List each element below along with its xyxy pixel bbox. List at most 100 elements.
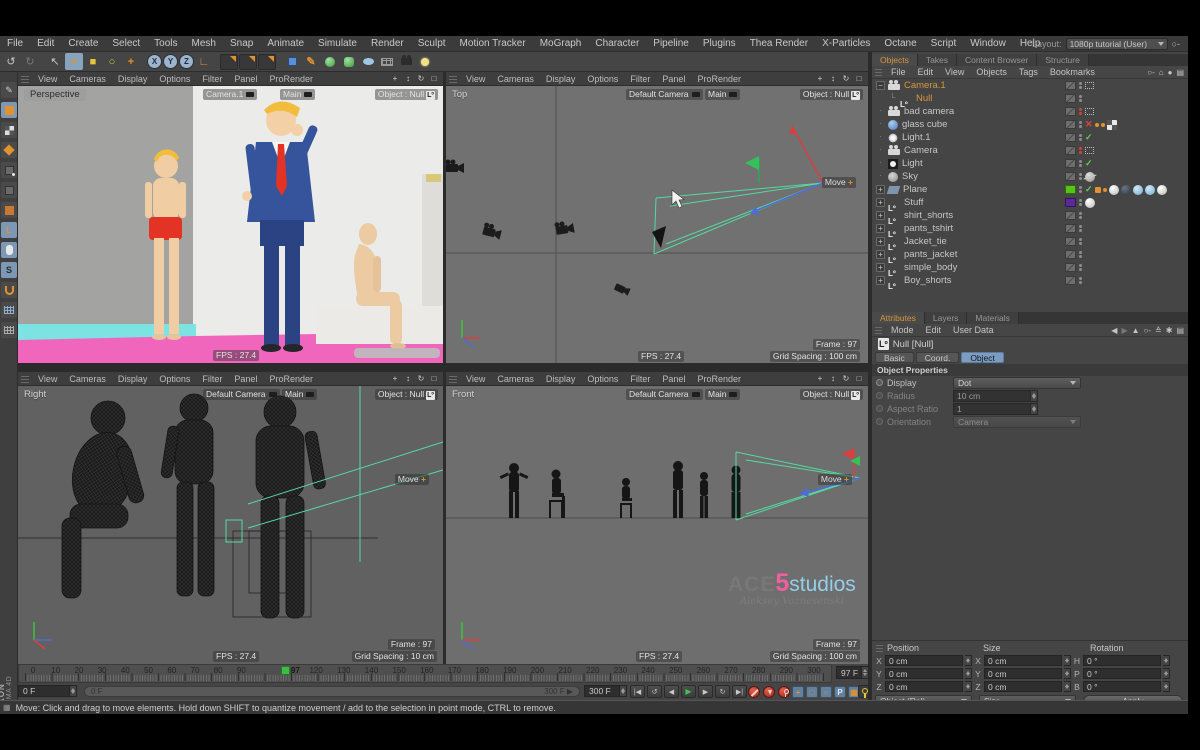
coordinate-system-button[interactable]: ∟ bbox=[195, 53, 213, 70]
stepper-icon[interactable] bbox=[965, 681, 972, 692]
lock-icon[interactable]: ≙ bbox=[1155, 326, 1162, 335]
viewport-main-chip[interactable]: Main bbox=[705, 89, 740, 100]
expand-icon[interactable]: + bbox=[876, 263, 885, 272]
drag-handle-icon[interactable] bbox=[21, 375, 29, 383]
enabled-check-icon[interactable]: ✓ bbox=[1085, 185, 1093, 194]
menu-item[interactable]: Motion Tracker bbox=[453, 38, 533, 49]
camera-button[interactable] bbox=[397, 53, 415, 70]
object-row-jacket-tie[interactable]: + Jacket_tie bbox=[872, 235, 1188, 248]
layout-dropdown[interactable]: 1080p tutorial (User) bbox=[1066, 38, 1168, 50]
key-position-toggle[interactable]: + bbox=[792, 686, 804, 698]
rotation-field[interactable]: 0 ° bbox=[1083, 668, 1161, 679]
layer-chip[interactable] bbox=[1065, 146, 1076, 155]
orientation-dropdown[interactable]: Camera bbox=[953, 416, 1081, 428]
viewport-menu-item[interactable]: Display bbox=[112, 374, 154, 384]
tab-attributes[interactable]: Attributes bbox=[872, 312, 925, 324]
visibility-dots[interactable] bbox=[1079, 264, 1082, 271]
stepper-icon[interactable] bbox=[1064, 681, 1071, 692]
drag-handle-icon[interactable] bbox=[875, 68, 882, 76]
subtab-coord[interactable]: Coord. bbox=[916, 352, 960, 363]
viewport-menu-item[interactable]: Cameras bbox=[491, 74, 540, 84]
tag-icon[interactable] bbox=[1101, 123, 1105, 127]
menu-item[interactable]: Mesh bbox=[185, 38, 223, 49]
enabled-check-icon[interactable]: ✓ bbox=[1085, 159, 1093, 168]
visibility-dots[interactable] bbox=[1079, 199, 1082, 206]
viewport-menu-item[interactable]: Panel bbox=[656, 74, 691, 84]
visibility-dots[interactable] bbox=[1079, 173, 1082, 180]
viewport-object-chip[interactable]: Object : NullLº bbox=[800, 389, 863, 400]
object-row-boy-shorts[interactable]: + Boy_shorts bbox=[872, 274, 1188, 287]
menu-item[interactable]: Tools bbox=[147, 38, 184, 49]
object-row-shirt-shorts[interactable]: + shirt_shorts bbox=[872, 209, 1188, 222]
material-chip[interactable] bbox=[1157, 185, 1167, 195]
cube-primitive-button[interactable] bbox=[283, 53, 301, 70]
layer-chip[interactable] bbox=[1065, 237, 1076, 246]
disabled-icon[interactable]: ✕ bbox=[1085, 120, 1093, 129]
viewport-menu-item[interactable]: Display bbox=[112, 74, 154, 84]
visibility-dots[interactable] bbox=[1079, 134, 1082, 141]
add-keyframe-button[interactable] bbox=[858, 685, 869, 698]
rotate-tool[interactable]: ○ bbox=[103, 53, 121, 70]
preview-range-slider[interactable]: 0 F 300 F ▶ bbox=[84, 686, 580, 697]
object-row-glass-cube[interactable]: · glass cube ✕ bbox=[872, 118, 1188, 131]
keyframe-toggle-icon[interactable] bbox=[876, 405, 883, 412]
render-view-button[interactable] bbox=[220, 54, 238, 70]
viewport-label[interactable]: Front bbox=[452, 389, 474, 400]
layer-chip[interactable] bbox=[1065, 107, 1076, 116]
viewport-menu-item[interactable]: Filter bbox=[196, 74, 228, 84]
viewport-menu-item[interactable]: Filter bbox=[624, 74, 656, 84]
viewport-object-chip[interactable]: Object : NullLº bbox=[375, 89, 438, 100]
object-row-pants-jacket[interactable]: + pants_jacket bbox=[872, 248, 1188, 261]
viewport-menu-item[interactable]: ProRender bbox=[263, 74, 319, 84]
viewport-menu-item[interactable]: Options bbox=[153, 374, 196, 384]
viewport-menu-item[interactable]: View bbox=[32, 374, 63, 384]
next-frame-button[interactable]: ▶ bbox=[698, 685, 713, 698]
objects-menu-item[interactable]: Objects bbox=[970, 67, 1013, 77]
gear-icon[interactable]: ✱ bbox=[1166, 326, 1173, 335]
expand-icon[interactable]: + bbox=[876, 198, 885, 207]
menu-item[interactable]: Window bbox=[963, 38, 1013, 49]
viewport-menu-item[interactable]: Panel bbox=[228, 374, 263, 384]
object-row-bad-camera[interactable]: · bad camera bbox=[872, 105, 1188, 118]
object-row-stuff[interactable]: + Stuff bbox=[872, 196, 1188, 209]
visibility-dots[interactable] bbox=[1079, 225, 1082, 232]
object-row-sky[interactable]: · Sky bbox=[872, 170, 1188, 183]
menu-item[interactable]: Select bbox=[105, 38, 147, 49]
search-icon[interactable]: ○‑ bbox=[1172, 39, 1180, 49]
size-field[interactable]: 0 cm bbox=[984, 681, 1062, 692]
layer-chip[interactable] bbox=[1065, 172, 1076, 181]
viewport-menu-item[interactable]: View bbox=[460, 74, 491, 84]
visibility-dots[interactable] bbox=[1079, 212, 1082, 219]
layer-chip[interactable] bbox=[1065, 133, 1076, 142]
position-field[interactable]: 0 cm bbox=[885, 655, 963, 666]
viewport-camera-chip[interactable]: Default Camera bbox=[203, 389, 280, 400]
menu-item[interactable]: Character bbox=[588, 38, 646, 49]
tab-objects[interactable]: Objects bbox=[872, 54, 918, 66]
subtab-basic[interactable]: Basic bbox=[875, 352, 914, 363]
render-settings-button[interactable] bbox=[258, 54, 276, 70]
panel-menu-icon[interactable]: ▤ bbox=[1176, 68, 1184, 77]
panel-menu-icon[interactable]: ▤ bbox=[1176, 326, 1184, 335]
goto-start-button[interactable]: |◀ bbox=[630, 685, 645, 698]
dolly-view-icon[interactable]: ↕ bbox=[828, 74, 838, 83]
position-field[interactable]: 0 cm bbox=[885, 681, 963, 692]
menu-item[interactable]: Sculpt bbox=[411, 38, 453, 49]
viewport-camera-chip[interactable]: Camera.1 bbox=[203, 89, 257, 100]
viewport-menu-item[interactable]: Cameras bbox=[63, 74, 112, 84]
maximize-view-icon[interactable]: □ bbox=[854, 374, 864, 383]
objects-menu-item[interactable]: Edit bbox=[912, 67, 940, 77]
tweak-mode-icon[interactable] bbox=[1, 242, 17, 258]
locked-workplane-icon[interactable] bbox=[1, 322, 17, 338]
play-button[interactable]: ▶ bbox=[681, 685, 696, 698]
size-field[interactable]: 0 cm bbox=[984, 655, 1062, 666]
layer-chip[interactable] bbox=[1065, 159, 1076, 168]
spline-primitive-button[interactable] bbox=[359, 53, 377, 70]
tag-icon[interactable] bbox=[1103, 188, 1107, 192]
viewport-menu-item[interactable]: Display bbox=[540, 374, 582, 384]
viewport-menu-item[interactable]: Panel bbox=[656, 374, 691, 384]
viewport-camera-chip[interactable]: Default Camera bbox=[626, 89, 703, 100]
viewport-main-chip[interactable]: Main bbox=[280, 89, 315, 100]
subtab-object[interactable]: Object bbox=[961, 352, 1004, 363]
drag-handle-icon[interactable] bbox=[449, 375, 457, 383]
expand-icon[interactable]: + bbox=[876, 276, 885, 285]
